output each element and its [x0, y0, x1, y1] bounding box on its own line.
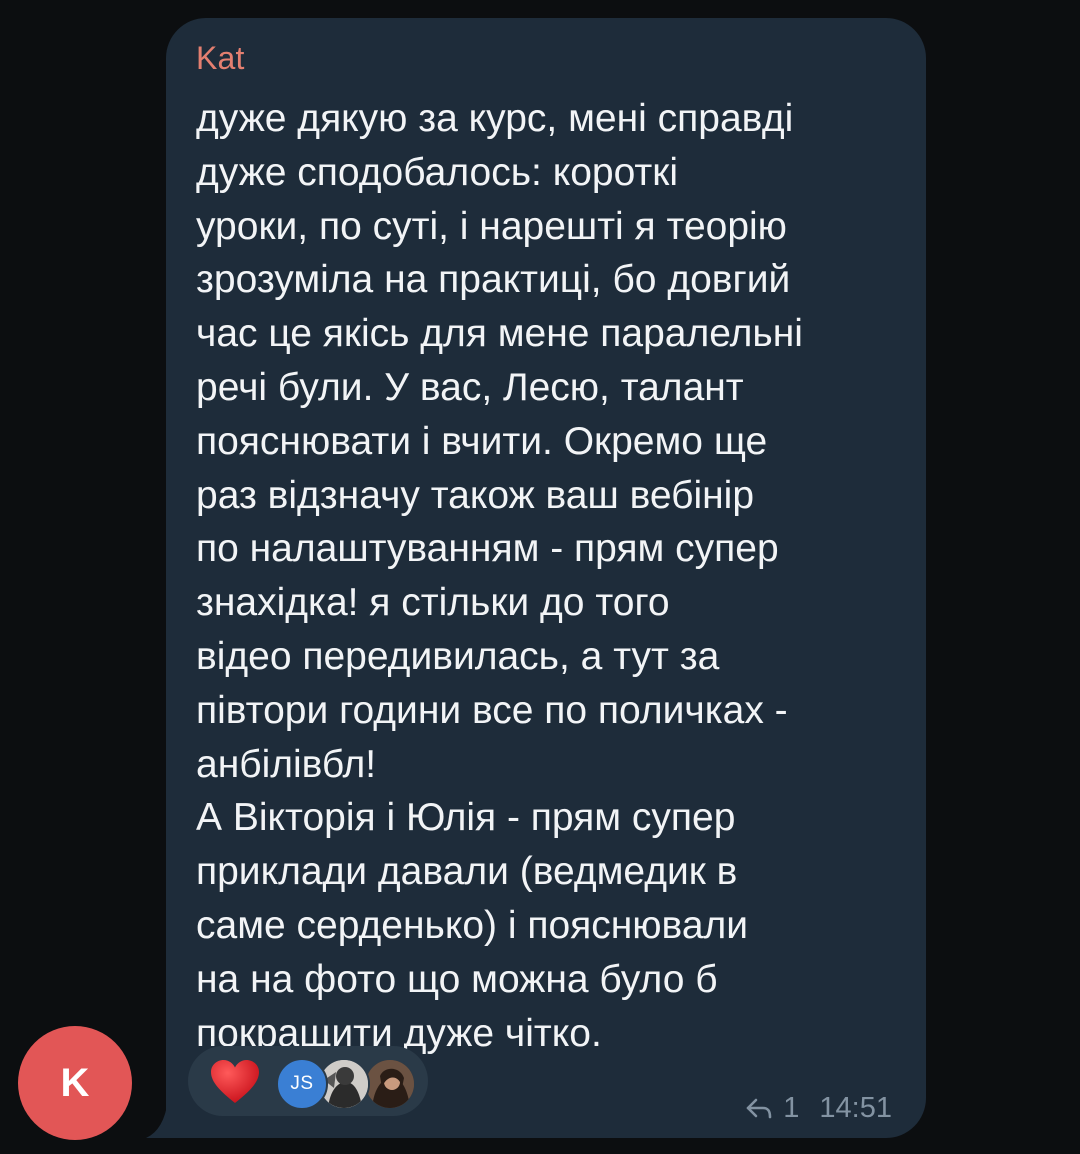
chat-view: Kat дуже дякую за курс, мені справді дуж…: [0, 0, 1080, 1154]
reactor-avatar-js: JS: [276, 1058, 328, 1110]
heart-icon[interactable]: [210, 1059, 260, 1105]
reactions-bar[interactable]: JS: [188, 1046, 428, 1116]
avatar[interactable]: K: [18, 1026, 132, 1140]
message-text: дуже дякую за курс, мені справді дуже сп…: [196, 97, 803, 1055]
sender-name[interactable]: Kat: [196, 40, 245, 77]
reactor-photo-icon: [366, 1060, 414, 1108]
reply-count[interactable]: 1: [783, 1092, 799, 1125]
message-time: 14:51: [819, 1091, 892, 1124]
message-meta: 1 14:51: [745, 1091, 892, 1125]
reply-icon[interactable]: [745, 1097, 773, 1119]
message-bubble[interactable]: Kat дуже дякую за курс, мені справді дуж…: [166, 18, 926, 1138]
reactor-avatar-photo: [364, 1058, 416, 1110]
